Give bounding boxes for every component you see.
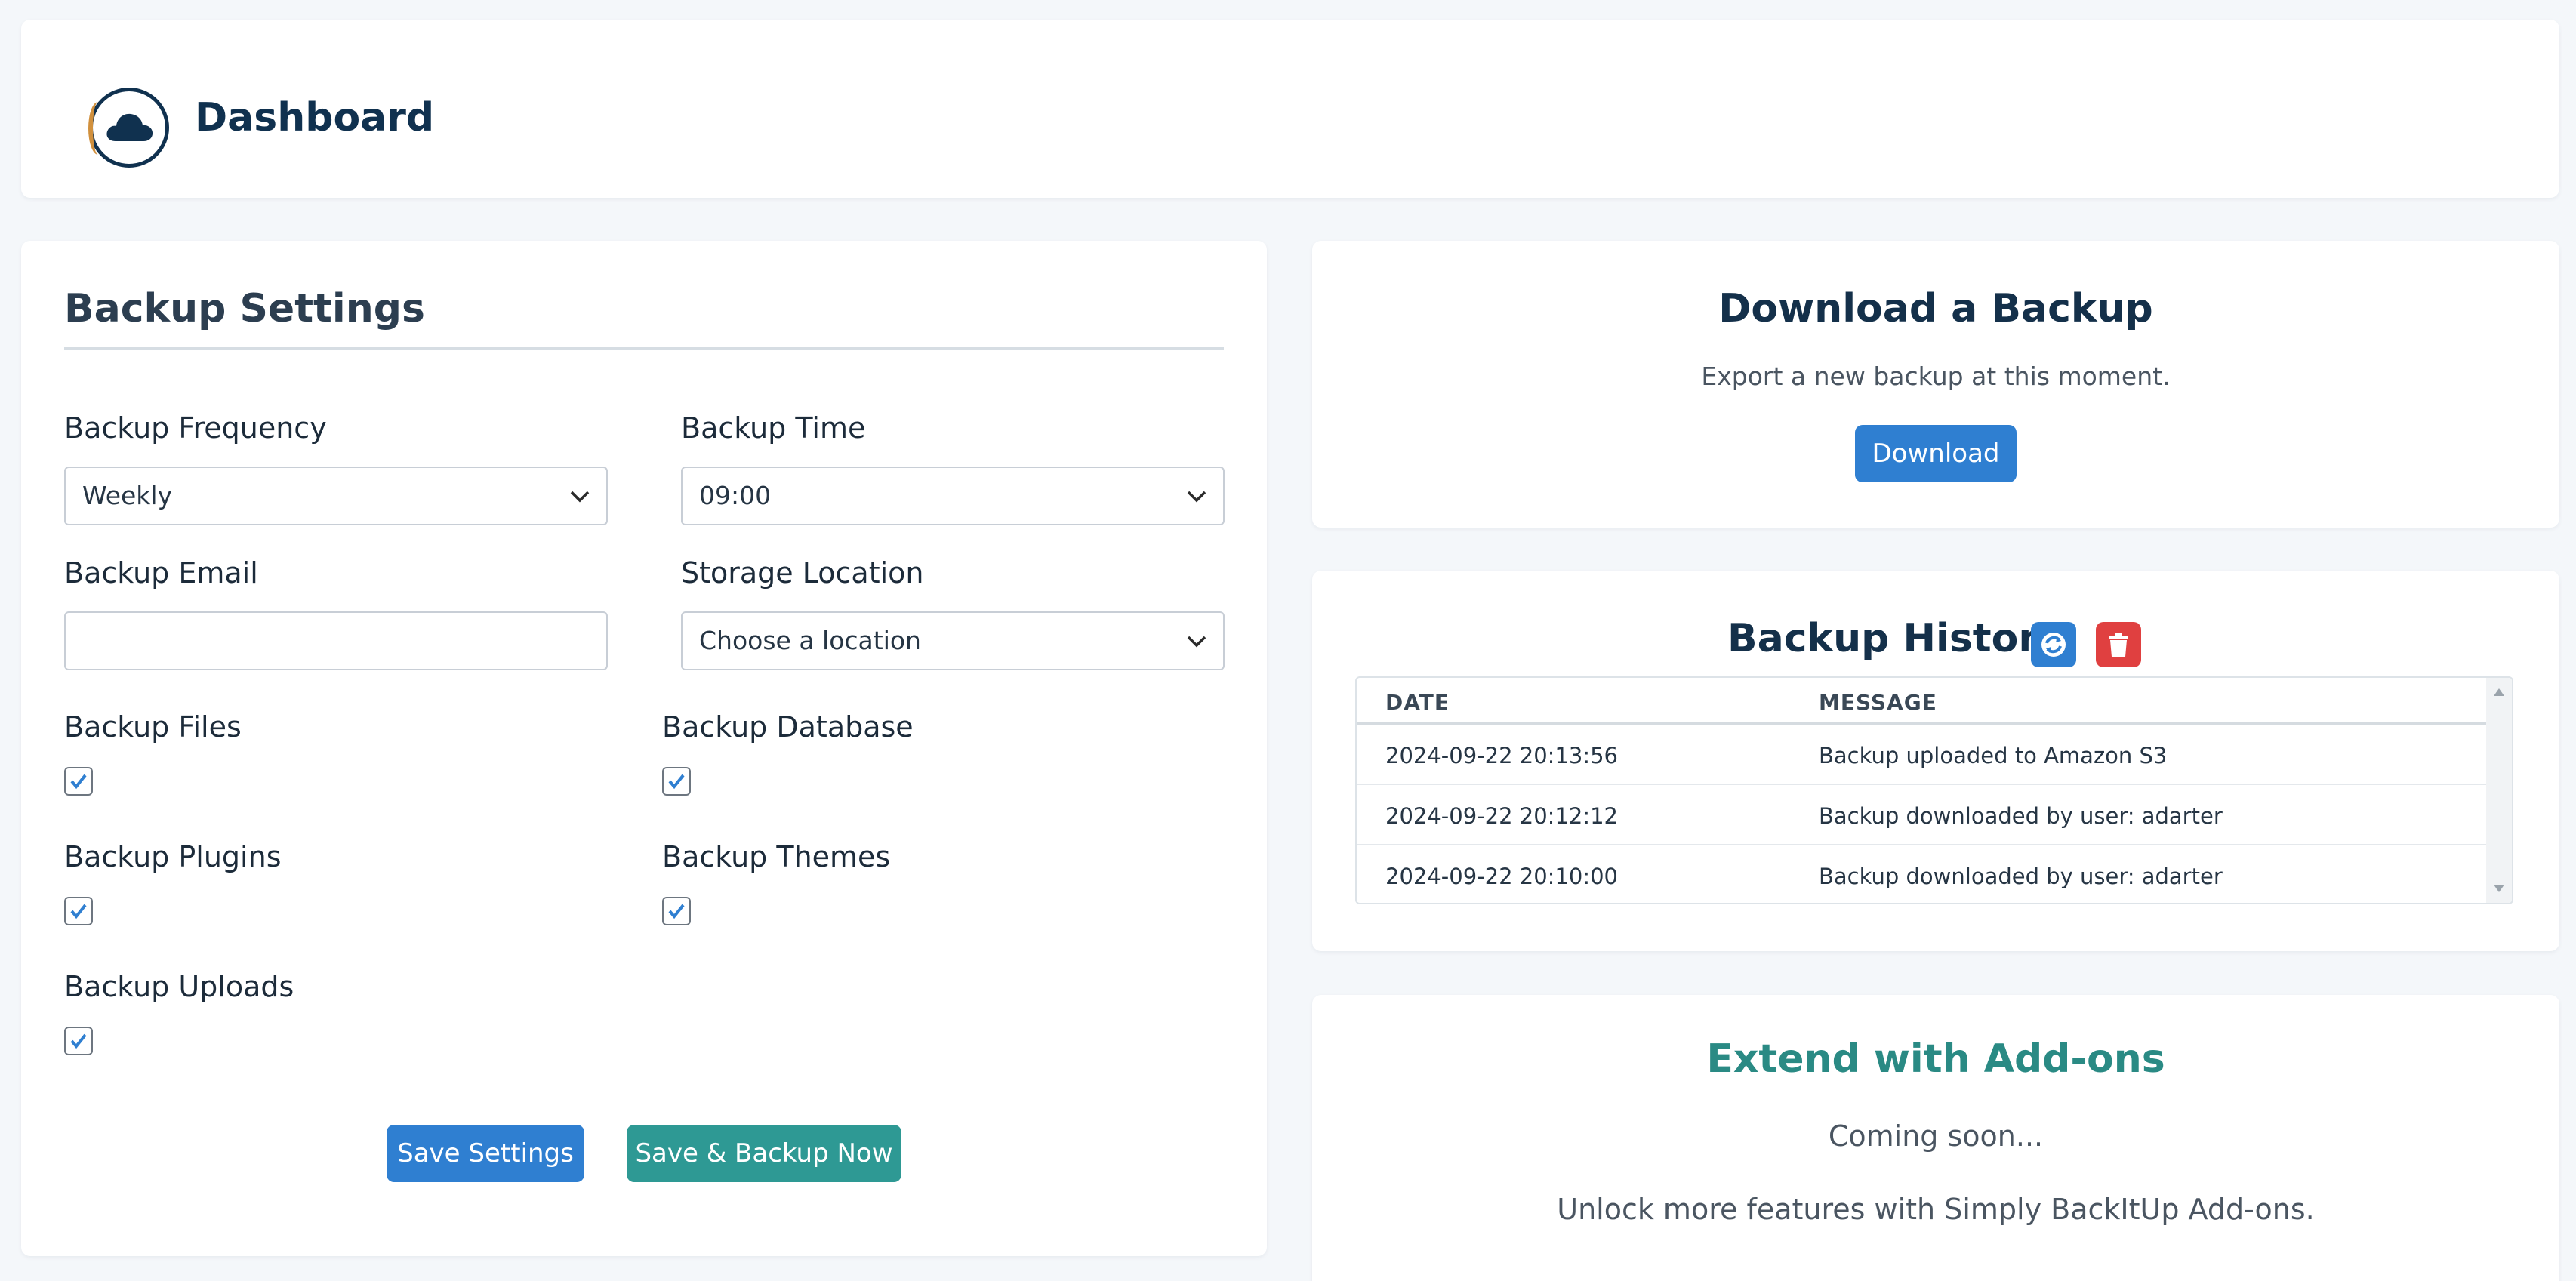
checkmark-icon — [70, 1033, 87, 1049]
coming-soon-text: Coming soon... — [1828, 1119, 2044, 1153]
save-backup-now-button[interactable]: Save & Backup Now — [627, 1125, 901, 1182]
time-value: 09:00 — [699, 481, 772, 510]
table-row: 2024-09-22 20:10:00 Backup downloaded by… — [1357, 845, 2486, 903]
chevron-down-icon — [570, 491, 590, 503]
history-table: DATE MESSAGE 2024-09-22 20:13:56 Backup … — [1355, 676, 2513, 904]
refresh-icon — [2041, 633, 2066, 657]
files-checkbox[interactable] — [64, 767, 93, 796]
plugins-checkbox[interactable] — [64, 897, 93, 925]
download-heading: Download a Backup — [1718, 286, 2153, 331]
scroll-up-arrow[interactable] — [2494, 688, 2504, 696]
themes-label: Backup Themes — [662, 840, 891, 873]
column-message: MESSAGE — [1819, 690, 1937, 715]
row-message: Backup downloaded by user: adarter — [1819, 864, 2223, 889]
storage-value: Choose a location — [699, 626, 921, 655]
chevron-down-icon — [1187, 636, 1206, 648]
download-subtitle: Export a new backup at this moment. — [1701, 362, 2171, 391]
checkmark-icon — [668, 774, 685, 790]
plugins-label: Backup Plugins — [64, 840, 282, 873]
refresh-button[interactable] — [2031, 622, 2076, 667]
page-title: Dashboard — [195, 95, 435, 140]
files-label: Backup Files — [64, 710, 242, 744]
time-select[interactable]: 09:00 — [681, 467, 1225, 525]
uploads-checkbox[interactable] — [64, 1027, 93, 1055]
heading-divider — [64, 347, 1224, 350]
download-backup-panel: Download a Backup Export a new backup at… — [1312, 241, 2559, 528]
row-message: Backup uploaded to Amazon S3 — [1819, 743, 2168, 768]
addons-description: Unlock more features with Simply BackItU… — [1557, 1193, 2315, 1226]
backup-history-panel: Backup History DATE MESSAGE 2024-09-22 2… — [1312, 571, 2559, 951]
row-date: 2024-09-22 20:12:12 — [1385, 803, 1618, 829]
database-label: Backup Database — [662, 710, 914, 744]
uploads-label: Backup Uploads — [64, 970, 294, 1003]
row-date: 2024-09-22 20:13:56 — [1385, 743, 1618, 768]
database-checkbox[interactable] — [662, 767, 691, 796]
row-date: 2024-09-22 20:10:00 — [1385, 864, 1618, 889]
addons-heading: Extend with Add-ons — [1706, 1036, 2165, 1082]
table-header: DATE MESSAGE — [1357, 678, 2486, 725]
storage-select[interactable]: Choose a location — [681, 611, 1225, 670]
checkmark-icon — [70, 904, 87, 919]
addons-panel: Extend with Add-ons Coming soon... Unloc… — [1312, 995, 2559, 1281]
frequency-select[interactable]: Weekly — [64, 467, 608, 525]
themes-checkbox[interactable] — [662, 897, 691, 925]
email-field[interactable] — [64, 611, 608, 670]
column-date: DATE — [1385, 690, 1450, 715]
trash-icon — [2109, 633, 2128, 657]
checkmark-icon — [70, 774, 87, 790]
email-label: Backup Email — [64, 556, 258, 590]
header-bar: Dashboard — [21, 20, 2559, 198]
table-row: 2024-09-22 20:13:56 Backup uploaded to A… — [1357, 725, 2486, 785]
table-row: 2024-09-22 20:12:12 Backup downloaded by… — [1357, 785, 2486, 845]
checkmark-icon — [668, 904, 685, 919]
cloud-icon — [106, 113, 153, 141]
logo — [88, 88, 169, 168]
table-scrollbar[interactable] — [2486, 678, 2512, 903]
history-heading: Backup History — [1727, 616, 2063, 661]
row-message: Backup downloaded by user: adarter — [1819, 803, 2223, 829]
download-button[interactable]: Download — [1855, 425, 2017, 482]
settings-heading: Backup Settings — [64, 286, 425, 331]
frequency-label: Backup Frequency — [64, 411, 327, 445]
save-settings-button[interactable]: Save Settings — [387, 1125, 584, 1182]
clear-history-button[interactable] — [2096, 622, 2141, 667]
chevron-down-icon — [1187, 491, 1206, 503]
scroll-down-arrow[interactable] — [2494, 885, 2504, 892]
frequency-value: Weekly — [82, 481, 173, 510]
storage-label: Storage Location — [681, 556, 924, 590]
time-label: Backup Time — [681, 411, 866, 445]
backup-settings-panel: Backup Settings Backup Frequency Weekly … — [21, 241, 1267, 1256]
